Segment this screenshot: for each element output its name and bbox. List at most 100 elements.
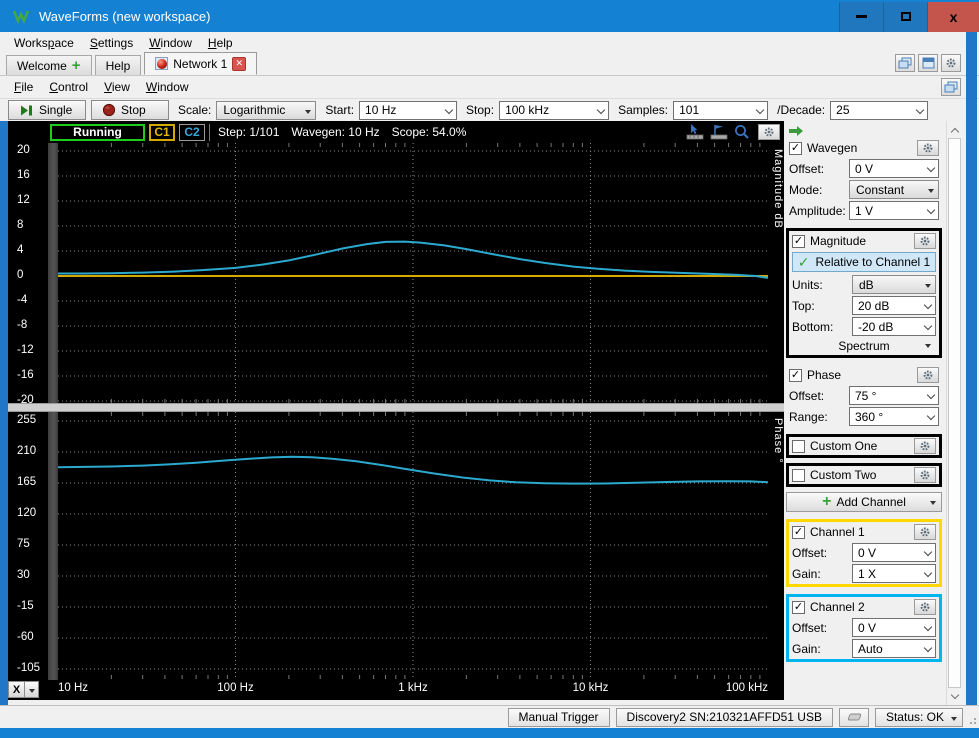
resize-grip[interactable]	[967, 715, 976, 724]
stop-frequency-combo[interactable]: 100 kHz	[499, 100, 610, 120]
channel2-offset-combo[interactable]: 0 V	[852, 618, 936, 637]
maximize-button[interactable]	[883, 1, 927, 32]
scroll-down-arrow[interactable]	[947, 688, 963, 705]
bottom-combo[interactable]: -20 dB	[852, 317, 936, 336]
channel1-label: Channel 1	[810, 525, 865, 539]
channel1-gain-combo[interactable]: 1 X	[852, 564, 936, 583]
y-tick-label: 165	[17, 476, 37, 488]
manual-trigger-button[interactable]: Manual Trigger	[507, 707, 610, 727]
running-indicator[interactable]: Running	[50, 123, 145, 141]
samples-label: Samples:	[618, 103, 669, 117]
plot-settings-gear-button[interactable]	[758, 124, 780, 140]
options-gear-button[interactable]	[941, 54, 961, 72]
menu-file[interactable]: File	[6, 78, 41, 96]
menu-help[interactable]: Help	[200, 34, 241, 52]
window-right-border	[966, 32, 977, 705]
status-ok-button[interactable]: Status: OK	[874, 707, 963, 727]
stop-freq-label: Stop:	[466, 103, 495, 117]
spectrum-select[interactable]: Spectrum	[789, 337, 939, 355]
samples-combo[interactable]: 101	[673, 100, 769, 120]
channel2-toggle[interactable]: C2	[179, 123, 205, 141]
scrollbar-thumb[interactable]	[948, 138, 961, 688]
stop-button[interactable]: Stop	[91, 100, 169, 120]
window-left-border	[0, 121, 8, 705]
phase-plot-canvas[interactable]	[58, 412, 768, 679]
magnitude-plot-canvas[interactable]	[58, 143, 768, 403]
start-label: Start:	[325, 103, 355, 117]
cursor-tool-icon[interactable]	[686, 124, 704, 140]
minimize-button[interactable]	[839, 1, 883, 32]
device-eject-button[interactable]	[838, 707, 869, 727]
add-channel-button[interactable]: + Add Channel	[786, 492, 942, 512]
magnitude-checkbox[interactable]: ✓	[792, 234, 805, 248]
phase-range-combo[interactable]: 360 °	[849, 407, 939, 426]
phase-axis-title: Phase °	[772, 418, 784, 464]
tab-close-icon[interactable]: ✕	[232, 56, 247, 71]
menu-settings[interactable]: Settings	[82, 34, 141, 52]
device-icon	[847, 713, 862, 721]
magnitude-gear-button[interactable]	[914, 233, 936, 249]
zoom-tool-icon[interactable]	[734, 124, 750, 140]
x-axis-mode-button[interactable]: X	[8, 681, 39, 698]
wavegen-offset-combo[interactable]: 0 V	[849, 159, 939, 178]
marker-tool-icon[interactable]	[710, 124, 728, 140]
menu-control[interactable]: Control	[41, 78, 96, 96]
channel1-offset-combo[interactable]: 0 V	[852, 543, 936, 562]
y-tick-label: 20	[17, 144, 30, 156]
close-button[interactable]: x	[927, 1, 979, 32]
collapse-panel-arrow-icon[interactable]	[789, 125, 803, 136]
channel1-gear-button[interactable]	[914, 524, 936, 540]
scroll-up-arrow[interactable]	[947, 121, 963, 138]
channel2-gain-combo[interactable]: Auto	[852, 639, 936, 658]
check-icon: ✓	[797, 253, 810, 270]
units-select[interactable]: dB	[852, 275, 936, 294]
phase-gear-button[interactable]	[917, 367, 939, 383]
tab-help[interactable]: Help	[94, 55, 142, 75]
menu-window[interactable]: Window	[141, 34, 200, 52]
custom-two-checkbox[interactable]	[792, 468, 805, 482]
wavegen-mode-select[interactable]: Constant	[849, 180, 939, 199]
y-tick-label: -105	[17, 662, 41, 674]
channel2-offset-label: Offset:	[792, 620, 828, 635]
tab-welcome[interactable]: Welcome +	[6, 55, 92, 75]
custom-one-gear-button[interactable]	[914, 438, 936, 454]
y-tick-label: 0	[17, 269, 24, 281]
channel2-gear-button[interactable]	[914, 599, 936, 615]
channel1-checkbox[interactable]: ✓	[792, 525, 805, 539]
top-combo[interactable]: 20 dB	[852, 296, 936, 315]
scale-select[interactable]: Logarithmic	[216, 100, 317, 120]
cascade-windows-button[interactable]	[895, 54, 915, 72]
wavegen-gear-button[interactable]	[917, 140, 939, 156]
single-sweep-icon	[21, 105, 32, 115]
undock-window-button[interactable]	[941, 78, 961, 96]
tab-network-1[interactable]: Network 1 ✕	[144, 52, 258, 75]
x-axis: X 10 Hz 100 Hz 1 kHz 10 kHz 100 kHz	[8, 680, 784, 700]
tile-windows-button[interactable]	[918, 54, 938, 72]
channel2-checkbox[interactable]: ✓	[792, 600, 805, 614]
panel-scrollbar[interactable]	[946, 121, 962, 705]
wavegen-amplitude-combo[interactable]: 1 V	[849, 201, 939, 220]
device-button[interactable]: Discovery2 SN:210321AFFD51 USB	[615, 707, 833, 727]
instrument-menubar: File Control View Window	[0, 76, 979, 98]
plot-panel: Running C1 C2 Step: 1/101 Wavegen: 10 Hz…	[8, 121, 784, 705]
start-frequency-combo[interactable]: 10 Hz	[359, 100, 458, 120]
wavegen-offset-label: Offset:	[789, 161, 825, 176]
menu-window2[interactable]: Window	[138, 78, 197, 96]
channel1-toggle[interactable]: C1	[149, 123, 175, 141]
custom-one-checkbox[interactable]	[792, 439, 805, 453]
plot-splitter-handle[interactable]	[8, 403, 784, 412]
main-menubar: Workspace Settings Window Help	[0, 32, 979, 53]
custom-two-gear-button[interactable]	[914, 467, 936, 483]
add-tab-icon[interactable]: +	[72, 58, 81, 73]
x-axis-mode-dropdown[interactable]	[25, 681, 39, 698]
relative-to-channel1-button[interactable]: ✓ Relative to Channel 1	[792, 252, 936, 272]
wavegen-checkbox[interactable]: ✓	[789, 141, 802, 155]
phase-group: ✓ Phase Offset: 75 ° Range: 360 °	[786, 365, 942, 427]
menu-view[interactable]: View	[96, 78, 138, 96]
phase-checkbox[interactable]: ✓	[789, 368, 802, 382]
per-decade-combo[interactable]: 25	[830, 100, 929, 120]
phase-y-axis: 255 210 165 120 75 30 -15 -60 -105	[8, 412, 48, 680]
single-button[interactable]: Single	[8, 100, 86, 120]
menu-workspace[interactable]: Workspace	[6, 34, 82, 52]
phase-offset-combo[interactable]: 75 °	[849, 386, 939, 405]
